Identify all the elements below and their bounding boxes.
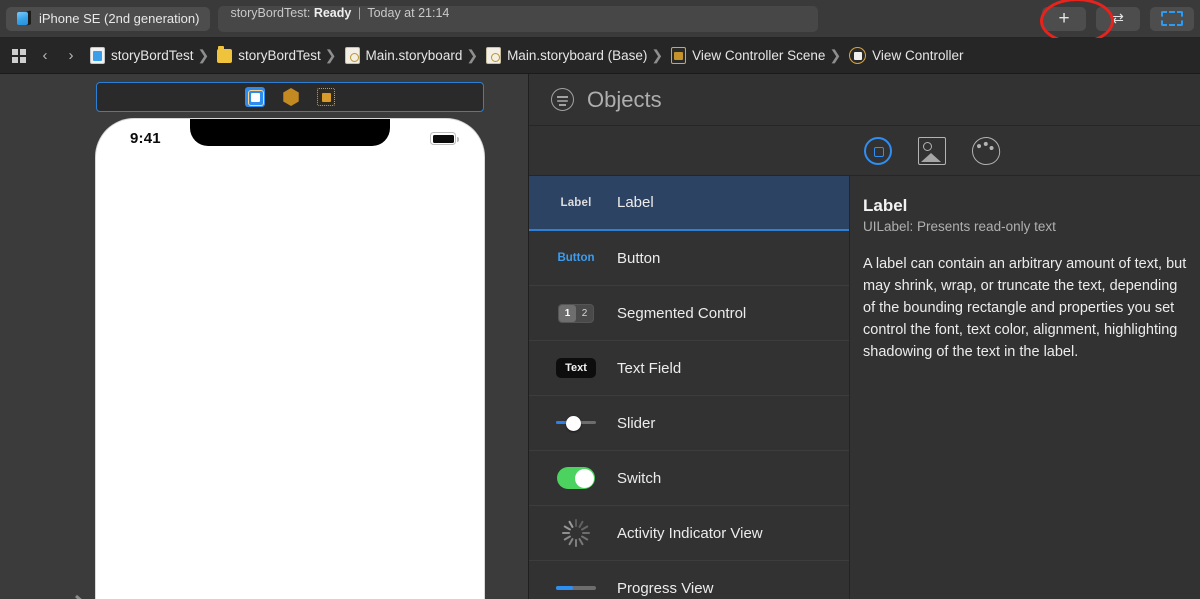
media-tab-icon[interactable] (918, 137, 946, 165)
storyboard-file-icon (344, 47, 360, 64)
toolbar-right-group: + ⇄ (1042, 6, 1200, 31)
back-button[interactable]: ‹ (32, 47, 58, 64)
list-item-label-text: Button (617, 249, 661, 267)
status-state: Ready (313, 5, 352, 20)
detail-description: A label can contain an arbitrary amount … (863, 256, 1187, 360)
scheme-selector[interactable]: iPhone SE (2nd generation) (6, 6, 211, 31)
breadcrumb-item-scene[interactable]: View Controller Scene (665, 47, 827, 64)
storyboard-canvas[interactable]: 9:41 (0, 74, 528, 599)
library-body: Label Label Button Button 12 Segmented C… (529, 176, 1200, 599)
objects-tab-icon[interactable] (864, 137, 892, 165)
object-detail-pane: Label UILabel: Presents read-only text A… (850, 176, 1200, 599)
button-preview-icon: Button (557, 252, 595, 264)
grid-icon[interactable] (6, 48, 32, 63)
list-item-button[interactable]: Button Button (529, 231, 849, 286)
breadcrumb-separator: ❯ (324, 47, 337, 63)
breadcrumb-label: View Controller Scene (692, 48, 826, 63)
progress-bar-icon (553, 586, 599, 590)
list-item-label[interactable]: Label Label (529, 176, 849, 231)
breadcrumb-item-folder[interactable]: storyBordTest (211, 45, 323, 63)
segmented-control-preview-icon: 12 (553, 303, 599, 323)
breadcrumb-separator: ❯ (829, 47, 842, 63)
list-item-label-text: Progress View (617, 579, 714, 597)
folder-icon (217, 45, 233, 63)
list-item-segmented-control[interactable]: 12 Segmented Control (529, 286, 849, 341)
activity-indicator-icon (553, 519, 599, 547)
device-preview[interactable]: 9:41 (96, 119, 484, 599)
device-notch (190, 119, 390, 146)
breadcrumb: ‹ › storyBordTest ❯ storyBordTest ❯ Main… (0, 38, 1200, 74)
assistant-editor-button[interactable]: ⇄ (1096, 6, 1140, 31)
breadcrumb-label: View Controller (872, 48, 964, 63)
switch-icon (553, 467, 599, 489)
dashed-rectangle-icon (1161, 11, 1183, 26)
entry-point-arrow-icon (75, 594, 82, 599)
toolbar: iPhone SE (2nd generation) storyBordTest… (0, 0, 1200, 44)
library-panel: Objects Label Label Button Button 1 2 Se… (528, 74, 1200, 599)
scheme-label: iPhone SE (2nd generation) (39, 11, 200, 26)
breadcrumb-label: storyBordTest (238, 48, 321, 63)
list-item-switch[interactable]: Switch (529, 451, 849, 506)
breadcrumb-item-view-controller[interactable]: View Controller (843, 47, 965, 64)
list-item-label-text: Label (617, 194, 654, 211)
breadcrumb-separator: ❯ (466, 47, 479, 63)
library-header: Objects (529, 74, 1200, 126)
scene-icon (671, 47, 687, 64)
exit-icon[interactable] (317, 88, 335, 106)
list-item-progress-view[interactable]: Progress View (529, 561, 849, 599)
breadcrumb-label: Main.storyboard (Base) (507, 48, 648, 63)
library-tabbar (529, 126, 1200, 176)
add-library-button[interactable]: + (1042, 6, 1086, 31)
breadcrumb-item-storyboard-base[interactable]: Main.storyboard (Base) (480, 47, 649, 64)
list-item-label-text: Slider (617, 414, 656, 432)
list-item-label-text: Switch (617, 469, 662, 487)
editor-options-button[interactable] (1150, 6, 1194, 31)
slider-icon (553, 416, 599, 431)
list-item-label-text: Segmented Control (617, 304, 747, 322)
breadcrumb-label: storyBordTest (111, 48, 194, 63)
library-title: Objects (587, 86, 662, 112)
list-item-label-text: Activity Indicator View (617, 524, 763, 542)
list-item-slider[interactable]: Slider (529, 396, 849, 451)
device-status-time: 9:41 (130, 130, 161, 147)
detail-subtitle: UILabel: Presents read-only text (863, 219, 1056, 234)
status-project: storyBordTest: (230, 5, 311, 20)
forward-button[interactable]: › (58, 47, 84, 64)
view-controller-icon (849, 47, 867, 64)
storyboard-file-icon (486, 47, 502, 64)
breadcrumb-separator: ❯ (197, 47, 210, 63)
breadcrumb-separator: ❯ (651, 47, 664, 63)
object-list[interactable]: Label Label Button Button 12 Segmented C… (529, 176, 850, 599)
breadcrumb-item-project[interactable]: storyBordTest (84, 47, 196, 64)
label-preview-icon: Label (560, 196, 592, 209)
list-item-label-text: Text Field (617, 359, 682, 377)
text-field-preview-icon: Text (553, 358, 599, 378)
detail-title: Label (863, 196, 908, 215)
breadcrumb-item-storyboard[interactable]: Main.storyboard (339, 47, 465, 64)
status-separator: | (357, 5, 362, 20)
breadcrumb-label: Main.storyboard (365, 48, 463, 63)
scene-dock[interactable] (96, 82, 484, 112)
project-file-icon (90, 47, 105, 64)
xcode-window: iPhone SE (2nd generation) storyBordTest… (0, 0, 1200, 599)
list-item-activity-indicator-view[interactable]: Activity Indicator View (529, 506, 849, 561)
status-time: Today at 21:14 (367, 5, 450, 20)
activity-status-bar[interactable]: storyBordTest: Ready | Today at 21:14 (218, 5, 819, 32)
filter-icon[interactable] (551, 88, 574, 111)
battery-icon (430, 132, 459, 145)
first-responder-icon[interactable] (283, 88, 299, 106)
color-tab-icon[interactable] (969, 134, 1003, 168)
iphone-simulator-icon (17, 10, 32, 26)
list-item-text-field[interactable]: Text Text Field (529, 341, 849, 396)
view-controller-dock-icon[interactable] (245, 87, 265, 107)
